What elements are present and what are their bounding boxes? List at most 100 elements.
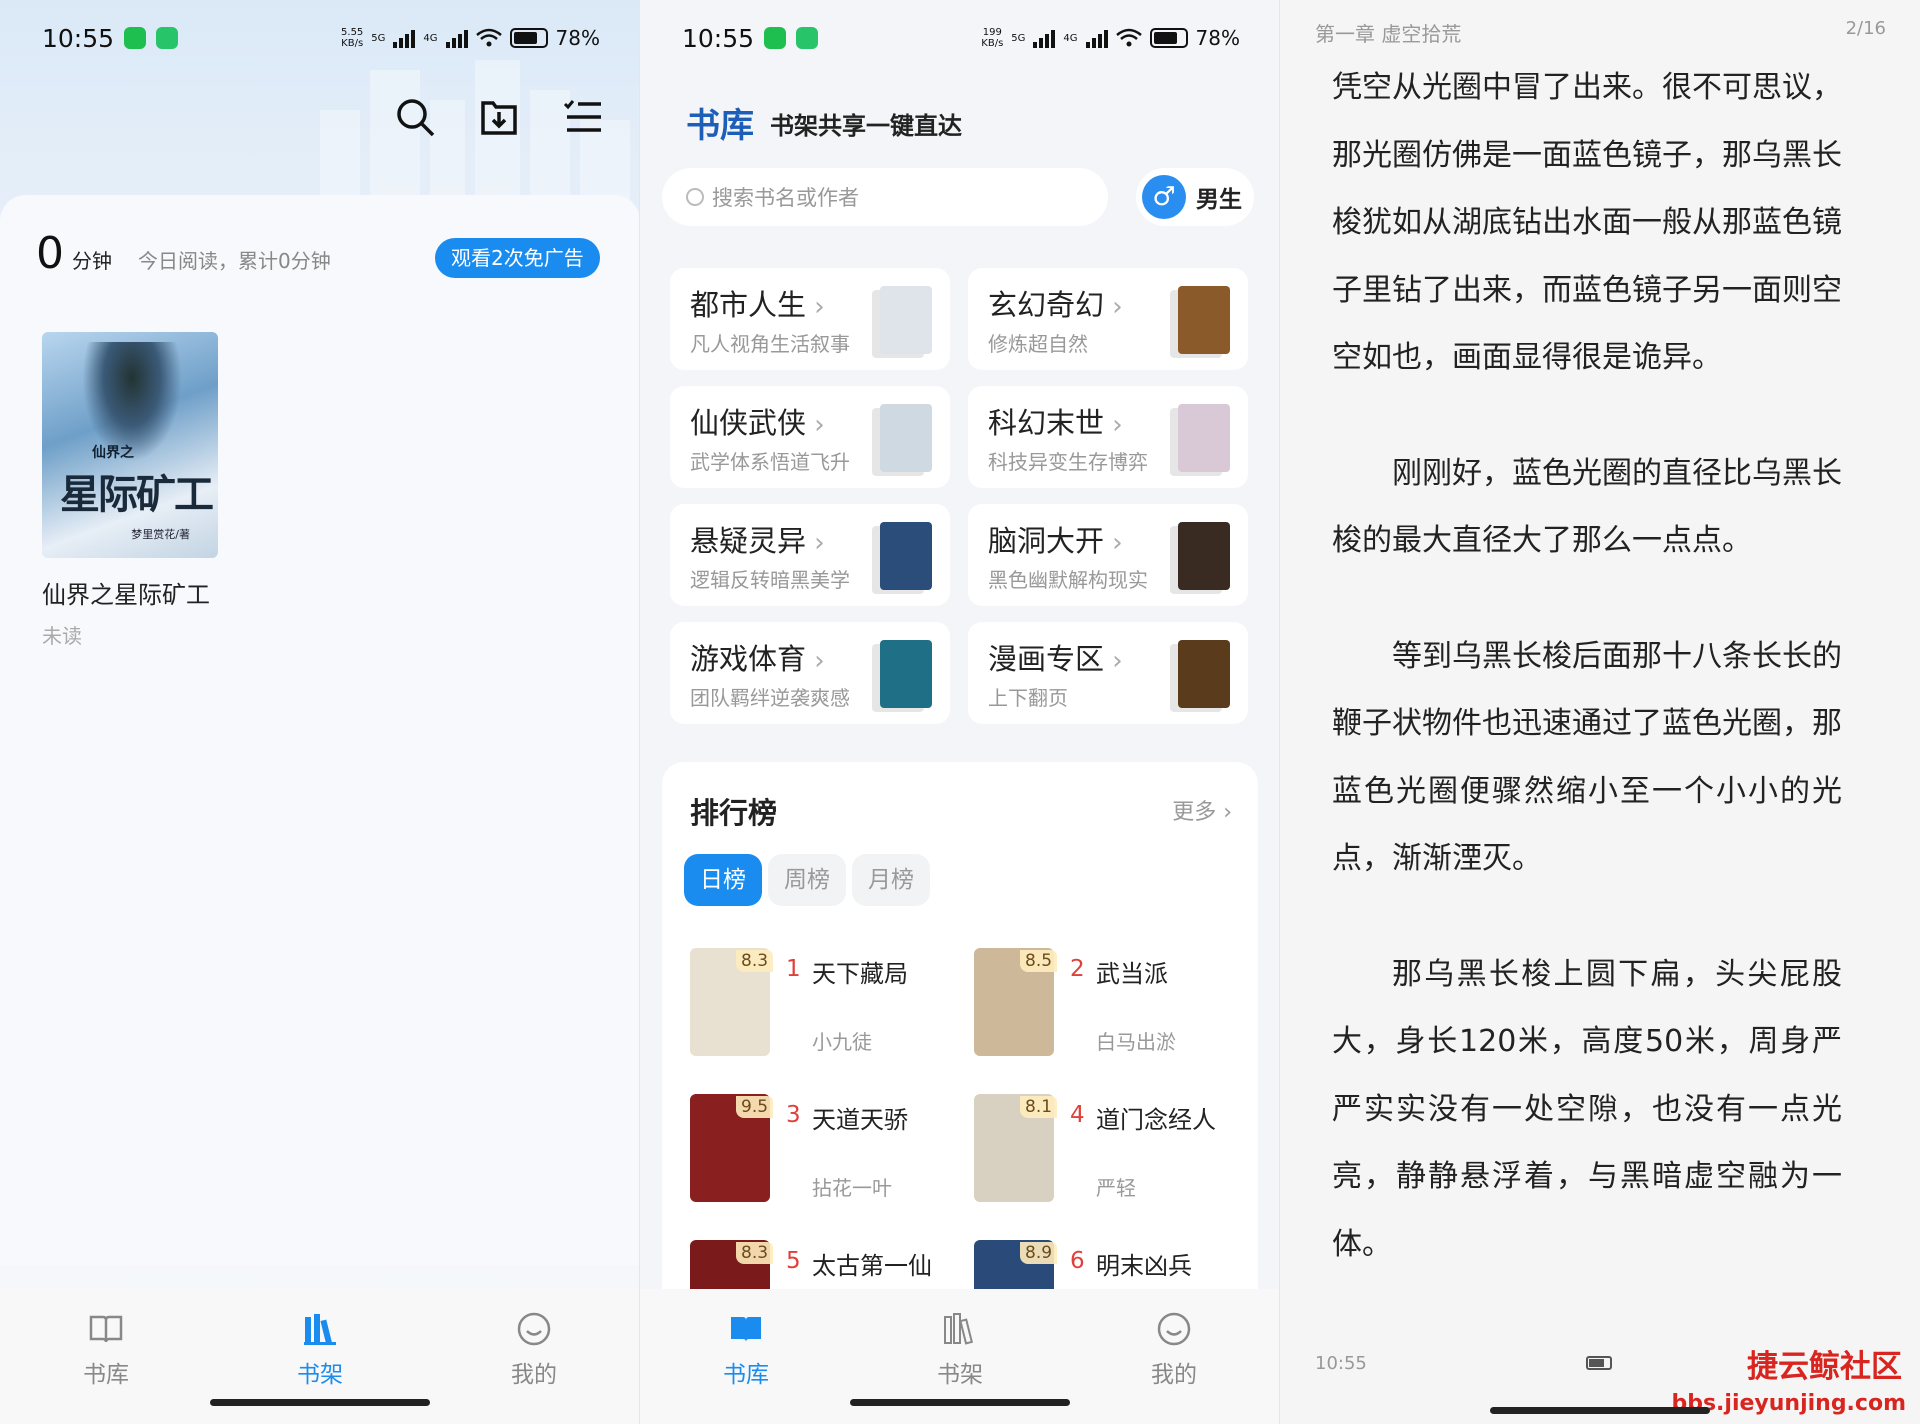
tab-library[interactable]: 书库 [46, 1311, 166, 1389]
ranking-book-title: 明末凶兵 [1096, 1252, 1192, 1280]
minutes-unit: 分钟 [72, 249, 112, 273]
import-icon[interactable] [477, 95, 521, 139]
category-desc: 黑色幽默解构现实 [988, 568, 1148, 592]
category-cover-image [880, 522, 932, 590]
ranking-item[interactable]: 8.1 4 道门念经人 严轻 [974, 1094, 1254, 1204]
reader-text[interactable]: 凭空从光圈中冒了出来。很不可思议，那光圈仿佛是一面蓝色镜子，那乌黑长梭犹如从湖底… [1332, 54, 1842, 1326]
ranking-book-title: 太古第一仙 [812, 1252, 932, 1280]
ranking-item[interactable]: 9.5 3 天道天骄 拈花一叶 [690, 1094, 970, 1204]
status-bar: 10:55 5.55 KB/s 5G 4G 78% [42, 18, 600, 58]
page-title: 书库 [686, 106, 754, 146]
category-card[interactable]: 仙侠武侠武学体系悟道飞升 [670, 386, 950, 488]
search-icon[interactable] [393, 95, 437, 139]
tab-mine[interactable]: 我的 [1114, 1311, 1234, 1389]
reader-paragraph: 刚刚好，蓝色光圈的直径比乌黑长梭的最大直径大了那么一点点。 [1332, 455, 1842, 559]
tab-bookshelf[interactable]: 书架 [260, 1311, 380, 1389]
tab-monthly[interactable]: 月榜 [852, 854, 930, 906]
tab-weekly[interactable]: 周榜 [768, 854, 846, 906]
tab-library-label: 书库 [723, 1362, 769, 1388]
ranking-book-author: 小九徒 [812, 1030, 872, 1054]
ranking-score: 8.9 [1020, 1242, 1058, 1264]
bottom-tab-bar: 书库 书架 我的 [640, 1289, 1280, 1424]
list-menu-icon[interactable] [561, 95, 605, 139]
reader-screen: 第一章 虚空拾荒 2/16 凭空从光圈中冒了出来。很不可思议，那光圈仿佛是一面蓝… [1280, 0, 1920, 1424]
category-name: 游戏体育 [690, 636, 825, 678]
category-cover-image [880, 286, 932, 354]
net-type-5g: 5G [1011, 32, 1026, 44]
minutes-desc: 今日阅读，累计0分钟 [138, 249, 331, 273]
app-notification-icon [156, 27, 179, 49]
ranking-score: 8.1 [1020, 1096, 1058, 1118]
tab-mine[interactable]: 我的 [474, 1311, 594, 1389]
category-card[interactable]: 玄幻奇幻修炼超自然 [968, 268, 1248, 370]
tab-mine-label: 我的 [1151, 1362, 1197, 1388]
male-icon: ♂ [1142, 175, 1186, 219]
cover-title: 星际矿工 [60, 471, 214, 518]
bookshelf-screen: 10:55 5.55 KB/s 5G 4G 78% 0 分钟 今日阅读，累计0分… [0, 0, 640, 1424]
category-desc: 逻辑反转暗黑美学 [690, 568, 850, 592]
wifi-icon [475, 28, 502, 47]
ranking-more-link[interactable]: 更多 › [1172, 794, 1232, 826]
tab-bookshelf-label: 书架 [937, 1362, 983, 1388]
category-card[interactable]: 都市人生凡人视角生活叙事 [670, 268, 950, 370]
tab-daily[interactable]: 日榜 [684, 854, 762, 906]
app-notification-icon [796, 27, 819, 49]
ranking-score: 9.5 [736, 1096, 774, 1118]
ranking-item[interactable]: 8.5 2 武当派 白马出淤 [974, 948, 1254, 1058]
book-title[interactable]: 仙界之星际矿工 [42, 575, 210, 610]
wechat-icon [124, 27, 147, 49]
category-name: 都市人生 [690, 282, 825, 324]
category-desc: 武学体系悟道飞升 [690, 450, 850, 474]
home-indicator[interactable] [210, 1399, 430, 1406]
signal-icon [1033, 28, 1056, 48]
net-type-4g: 4G [1063, 32, 1078, 44]
search-input[interactable]: 搜索书名或作者 [662, 168, 1108, 226]
category-card[interactable]: 脑洞大开黑色幽默解构现实 [968, 504, 1248, 606]
category-cover-image [880, 404, 932, 472]
wifi-icon [1115, 28, 1142, 47]
net-type-4g: 4G [423, 32, 438, 44]
category-name: 脑洞大开 [988, 518, 1123, 560]
gender-label: 男生 [1196, 187, 1242, 213]
smile-icon [517, 1312, 551, 1346]
ranking-book-title: 天下藏局 [812, 960, 908, 988]
smile-icon [1157, 1312, 1191, 1346]
ranking-book-author: 白马出淤 [1096, 1030, 1176, 1054]
tab-bookshelf[interactable]: 书架 [900, 1311, 1020, 1389]
reader-time: 10:55 [1315, 1353, 1367, 1374]
tab-bookshelf-label: 书架 [297, 1362, 343, 1388]
home-indicator[interactable] [1490, 1407, 1710, 1414]
category-name: 悬疑灵异 [690, 518, 825, 560]
ranking-score: 8.5 [1020, 950, 1058, 972]
reader-paragraph: 那乌黑长梭上圆下扁，头尖屁股大，身长120米，高度50米，周身严严实实没有一处空… [1332, 956, 1842, 1262]
category-cover-image [1178, 522, 1230, 590]
category-name: 科幻末世 [988, 400, 1123, 442]
category-name: 漫画专区 [988, 636, 1123, 678]
home-indicator[interactable] [850, 1399, 1070, 1406]
category-card[interactable]: 科幻末世科技异变生存博弈 [968, 386, 1248, 488]
gender-toggle[interactable]: ♂ 男生 [1136, 168, 1254, 226]
ranking-number: 2 [1070, 956, 1085, 982]
ranking-item[interactable]: 8.3 1 天下藏局 小九徒 [690, 948, 970, 1058]
category-card[interactable]: 悬疑灵异逻辑反转暗黑美学 [670, 504, 950, 606]
book-cover[interactable]: 星际矿工 仙界之 梦里赏花/著 [42, 332, 218, 558]
category-card[interactable]: 漫画专区上下翻页 [968, 622, 1248, 724]
battery-icon [509, 28, 548, 48]
bookshelf-icon [944, 1313, 974, 1345]
signal-icon-2 [1085, 28, 1108, 48]
category-desc: 上下翻页 [988, 686, 1068, 710]
battery-icon [1586, 1356, 1612, 1370]
category-card[interactable]: 游戏体育团队羁绊逆袭爽感 [670, 622, 950, 724]
watch-ad-button[interactable]: 观看2次免广告 [435, 238, 600, 278]
tab-library[interactable]: 书库 [686, 1311, 806, 1389]
ranking-number: 5 [786, 1248, 801, 1274]
ranking-title: 排行榜 [690, 796, 778, 830]
ranking-score: 8.3 [736, 1242, 774, 1264]
status-time: 10:55 [682, 23, 755, 53]
signal-icon [393, 28, 416, 48]
ranking-book-title: 道门念经人 [1096, 1106, 1216, 1134]
battery-percent: 78% [555, 26, 600, 50]
category-cover-image [880, 640, 932, 708]
signal-icon-2 [445, 28, 468, 48]
ranking-book-author: 拈花一叶 [812, 1176, 892, 1200]
